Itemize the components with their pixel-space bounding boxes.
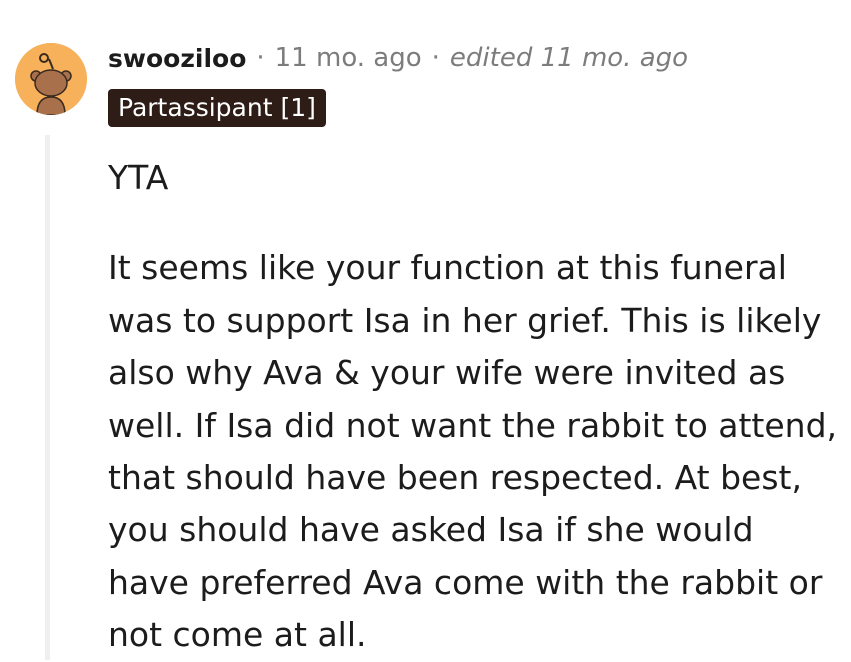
comment-paragraph: It seems like your function at this fune… bbox=[108, 248, 838, 655]
timestamp[interactable]: 11 mo. ago bbox=[275, 43, 422, 73]
separator-dot: · bbox=[256, 43, 265, 73]
edited-label: edited 11 mo. ago bbox=[449, 43, 689, 73]
comment-paragraph: YTA bbox=[108, 158, 169, 197]
thread-line[interactable] bbox=[45, 135, 50, 660]
avatar[interactable] bbox=[15, 43, 87, 115]
username[interactable]: swooziloo bbox=[108, 44, 246, 73]
comment-body: YTA It seems like your function at this … bbox=[108, 152, 838, 662]
comment-meta: swooziloo · 11 mo. ago · edited 11 mo. a… bbox=[108, 38, 688, 78]
snoo-avatar-icon bbox=[15, 43, 87, 115]
comment: swooziloo · 11 mo. ago · edited 11 mo. a… bbox=[0, 0, 851, 660]
separator-dot: · bbox=[431, 43, 440, 73]
user-flair: Partassipant [1] bbox=[108, 89, 326, 127]
